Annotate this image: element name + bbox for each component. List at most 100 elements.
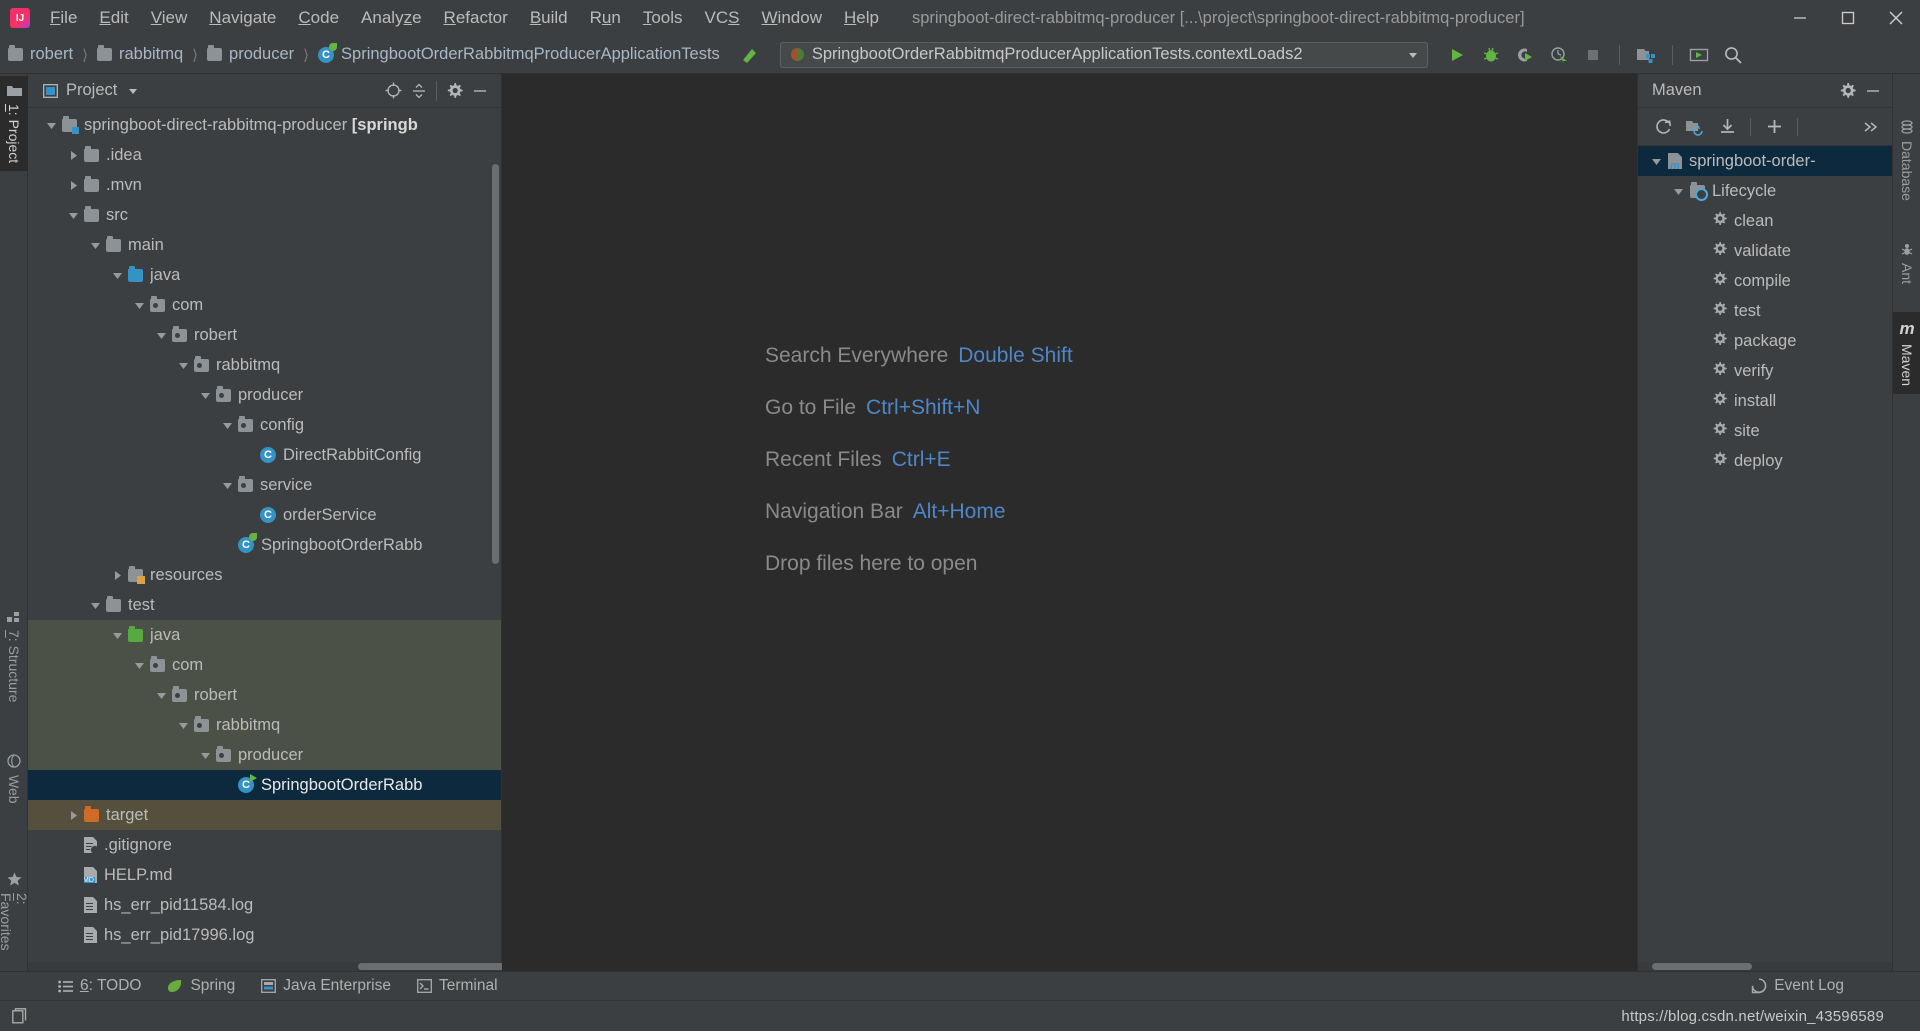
maven-tree-row[interactable]: site	[1638, 416, 1892, 446]
breadcrumb-item-test-class[interactable]: SpringbootOrderRabbitmqProducerApplicati…	[341, 45, 720, 64]
menu-build[interactable]: Build	[519, 5, 579, 31]
tree-row[interactable]: rabbitmq	[28, 710, 501, 740]
menu-analyze[interactable]: Analyze	[350, 5, 433, 31]
chevron-right-icon[interactable]	[106, 570, 128, 581]
chevron-right-icon[interactable]	[62, 810, 84, 821]
menu-tools[interactable]: Tools	[632, 5, 694, 31]
chevron-down-icon[interactable]	[172, 720, 194, 731]
sidebar-item-favorites[interactable]: 2: Favorites	[0, 864, 30, 971]
tree-row[interactable]: hs_err_pid11584.log	[28, 890, 501, 920]
bottom-tab-event-log[interactable]: Event Log	[1738, 977, 1920, 995]
chevron-right-icon[interactable]	[62, 180, 84, 191]
tree-row[interactable]: com	[28, 650, 501, 680]
sidebar-item-project[interactable]: 1: Project	[0, 76, 28, 172]
tree-row[interactable]: service	[28, 470, 501, 500]
project-tree-horizontal-scrollbar[interactable]	[28, 962, 518, 971]
tree-row[interactable]: producer	[28, 740, 501, 770]
breadcrumb-item-robert[interactable]: robert	[30, 45, 73, 64]
hide-panel-button[interactable]	[467, 78, 493, 104]
chevron-down-icon[interactable]	[62, 210, 84, 221]
sidebar-item-web[interactable]: Web	[0, 746, 28, 812]
menu-help[interactable]: Help	[833, 5, 890, 31]
maven-tree-row[interactable]: clean	[1638, 206, 1892, 236]
add-maven-project-button[interactable]	[1680, 113, 1710, 141]
tree-row[interactable]: robert	[28, 680, 501, 710]
profile-button[interactable]	[1544, 40, 1574, 70]
tree-row[interactable]: .idea	[28, 140, 501, 170]
chevron-down-icon[interactable]	[150, 690, 172, 701]
sidebar-item-ant[interactable]: Ant	[1893, 234, 1920, 292]
tree-row[interactable]: hs_err_pid17996.log	[28, 920, 501, 950]
editor-area[interactable]: Search Everywhere Double Shift Go to File…	[502, 74, 1637, 971]
menu-file[interactable]: File	[39, 5, 88, 31]
tree-row[interactable]: springboot-direct-rabbitmq-producer [spr…	[28, 110, 501, 140]
tree-row[interactable]: C SpringbootOrderRabb	[28, 770, 501, 800]
run-button[interactable]	[1442, 40, 1472, 70]
breadcrumb-item-producer[interactable]: producer	[229, 45, 294, 64]
tree-row[interactable]: java	[28, 620, 501, 650]
chevron-down-icon[interactable]	[127, 85, 139, 97]
sidebar-item-maven[interactable]: m Maven	[1893, 312, 1920, 395]
maximize-window-button[interactable]	[1824, 0, 1872, 36]
bottom-tab-java-enterprise[interactable]: Java Enterprise	[248, 977, 404, 995]
maven-tree-row[interactable]: test	[1638, 296, 1892, 326]
chevron-down-icon[interactable]	[128, 300, 150, 311]
chevron-down-icon[interactable]	[172, 360, 194, 371]
tree-row[interactable]: CorderService	[28, 500, 501, 530]
maven-horizontal-scrollbar[interactable]	[1638, 962, 1892, 971]
chevron-down-icon[interactable]	[84, 240, 106, 251]
menu-view[interactable]: View	[140, 5, 199, 31]
breadcrumb-item-rabbitmq[interactable]: rabbitmq	[119, 45, 183, 64]
maven-tree-row[interactable]: install	[1638, 386, 1892, 416]
settings-button[interactable]	[441, 78, 467, 104]
bottom-tab-spring[interactable]: Spring	[154, 977, 248, 995]
chevron-down-icon[interactable]	[194, 390, 216, 401]
menu-window[interactable]: Window	[751, 5, 833, 31]
chevron-down-icon[interactable]	[150, 330, 172, 341]
bottom-tab-terminal[interactable]: Terminal	[404, 977, 511, 995]
download-sources-button[interactable]	[1712, 113, 1742, 141]
menu-navigate[interactable]: Navigate	[198, 5, 287, 31]
tree-row[interactable]: target	[28, 800, 501, 830]
reload-projects-button[interactable]	[1648, 113, 1678, 141]
tree-row[interactable]: HELP.md	[28, 860, 501, 890]
bottom-tab-todo[interactable]: 6: TODO	[0, 977, 154, 995]
sidebar-item-database[interactable]: Database	[1893, 112, 1920, 209]
hide-panel-button[interactable]	[1860, 78, 1886, 104]
chevron-down-icon[interactable]	[84, 600, 106, 611]
run-configuration-selector[interactable]: SpringbootOrderRabbitmqProducerApplicati…	[779, 41, 1428, 68]
tree-row[interactable]: .mvn	[28, 170, 501, 200]
tree-row[interactable]: rabbitmq	[28, 350, 501, 380]
menu-vcs[interactable]: VCS	[694, 5, 751, 31]
chevron-down-icon[interactable]	[1644, 156, 1668, 167]
menu-code[interactable]: Code	[287, 5, 350, 31]
chevron-down-icon[interactable]	[1666, 186, 1690, 197]
tree-row[interactable]: C SpringbootOrderRabb	[28, 530, 501, 560]
close-window-button[interactable]	[1872, 0, 1920, 36]
menu-run[interactable]: Run	[579, 5, 632, 31]
maven-tree-row[interactable]: Lifecycle	[1638, 176, 1892, 206]
tree-row[interactable]: java	[28, 260, 501, 290]
maven-tree-row[interactable]: springboot-order-	[1638, 146, 1892, 176]
project-structure-button[interactable]	[1631, 40, 1661, 70]
build-project-button[interactable]	[738, 42, 764, 68]
search-everywhere-button[interactable]	[1718, 40, 1748, 70]
chevron-down-icon[interactable]	[216, 420, 238, 431]
tree-row[interactable]: src	[28, 200, 501, 230]
chevron-down-icon[interactable]	[194, 750, 216, 761]
tree-row[interactable]: com	[28, 290, 501, 320]
tree-row[interactable]: main	[28, 230, 501, 260]
tree-row[interactable]: C DirectRabbitConfig	[28, 440, 501, 470]
chevron-down-icon[interactable]	[1407, 49, 1419, 61]
maven-tree-row[interactable]: deploy	[1638, 446, 1892, 476]
debug-button[interactable]	[1476, 40, 1506, 70]
chevron-down-icon[interactable]	[106, 270, 128, 281]
updates-button[interactable]	[1684, 40, 1714, 70]
settings-button[interactable]	[1834, 78, 1860, 104]
maven-tree-row[interactable]: package	[1638, 326, 1892, 356]
chevron-down-icon[interactable]	[40, 120, 62, 131]
chevron-down-icon[interactable]	[216, 480, 238, 491]
menu-refactor[interactable]: Refactor	[433, 5, 519, 31]
more-actions-button[interactable]	[1856, 113, 1886, 141]
project-tree-vertical-scrollbar[interactable]	[492, 164, 499, 564]
